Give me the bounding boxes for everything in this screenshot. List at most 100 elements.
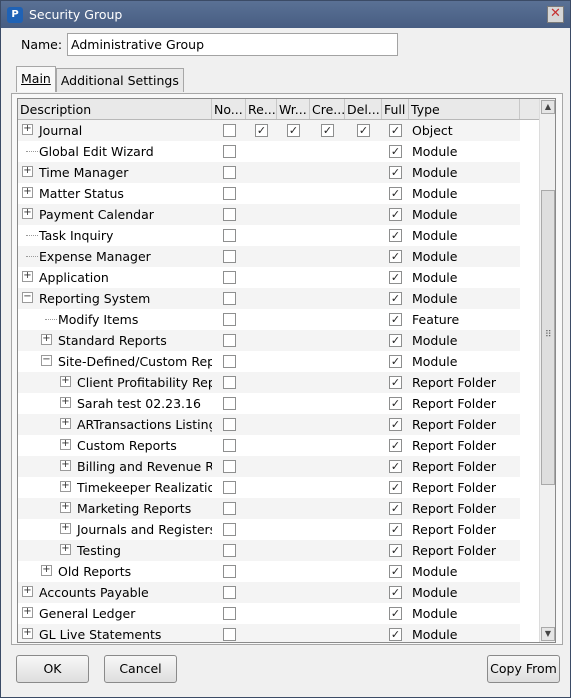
ok-button[interactable]: OK: [16, 655, 89, 683]
tab-additional-settings[interactable]: Additional Settings: [55, 68, 184, 92]
expand-icon[interactable]: +: [60, 460, 71, 471]
expand-icon[interactable]: +: [60, 523, 71, 534]
grid-row[interactable]: −Reporting System Module: [18, 288, 540, 309]
grid-row[interactable]: Task Inquiry Module: [18, 225, 540, 246]
expand-icon[interactable]: +: [22, 208, 33, 219]
full-checkbox[interactable]: [389, 334, 402, 347]
column-header-full[interactable]: Full: [382, 99, 409, 119]
expand-icon[interactable]: +: [60, 544, 71, 555]
expand-icon[interactable]: +: [22, 166, 33, 177]
grid-row[interactable]: + Billing and Revenue Reports Report Folde…: [18, 456, 540, 477]
grid-row[interactable]: + Payment Calendar Module: [18, 204, 540, 225]
read-checkbox[interactable]: [255, 124, 268, 137]
full-checkbox[interactable]: [389, 271, 402, 284]
none-checkbox[interactable]: [222, 544, 236, 557]
expand-icon[interactable]: +: [22, 607, 33, 618]
grid-row[interactable]: + Journal Object: [18, 120, 540, 141]
full-checkbox[interactable]: [389, 628, 402, 641]
full-checkbox[interactable]: [389, 418, 402, 431]
expand-icon[interactable]: +: [60, 376, 71, 387]
expand-icon[interactable]: +: [22, 586, 33, 597]
full-checkbox[interactable]: [389, 397, 402, 410]
grid-row[interactable]: + General Ledger Module: [18, 603, 540, 624]
column-header-write[interactable]: Wr...: [277, 99, 310, 119]
full-checkbox[interactable]: [389, 208, 402, 221]
grid-row[interactable]: + Old Reports Module: [18, 561, 540, 582]
none-checkbox[interactable]: [222, 481, 236, 494]
column-header-create[interactable]: Cre...: [310, 99, 345, 119]
scroll-thumb[interactable]: ⠿: [541, 190, 555, 485]
expand-icon[interactable]: +: [60, 439, 71, 450]
none-checkbox[interactable]: [222, 418, 236, 431]
full-checkbox[interactable]: [389, 250, 402, 263]
grid-row[interactable]: + Custom Reports Report Folder: [18, 435, 540, 456]
full-checkbox[interactable]: [389, 607, 402, 620]
collapse-icon[interactable]: −: [22, 292, 33, 303]
grid-row[interactable]: Modify Items Feature: [18, 309, 540, 330]
none-checkbox[interactable]: [222, 124, 236, 137]
none-checkbox[interactable]: [222, 397, 236, 410]
expand-icon[interactable]: +: [22, 271, 33, 282]
copy-from-button[interactable]: Copy From: [487, 655, 560, 683]
none-checkbox[interactable]: [222, 250, 236, 263]
title-bar[interactable]: P Security Group ✕: [1, 1, 570, 28]
grid-row[interactable]: + Timekeeper Realization Report Folder: [18, 477, 540, 498]
expand-icon[interactable]: +: [60, 418, 71, 429]
create-checkbox[interactable]: [321, 124, 334, 137]
vertical-scrollbar[interactable]: ▲ ⠿ ▼: [539, 99, 555, 642]
full-checkbox[interactable]: [389, 481, 402, 494]
grid-row[interactable]: + Journals and Registers Report Folder: [18, 519, 540, 540]
none-checkbox[interactable]: [222, 586, 236, 599]
grid-row[interactable]: + Time Manager Module: [18, 162, 540, 183]
expand-icon[interactable]: +: [22, 124, 33, 135]
scroll-down-button[interactable]: ▼: [541, 627, 555, 641]
full-checkbox[interactable]: [389, 460, 402, 473]
write-checkbox[interactable]: [287, 124, 300, 137]
none-checkbox[interactable]: [222, 313, 236, 326]
full-checkbox[interactable]: [389, 292, 402, 305]
none-checkbox[interactable]: [222, 271, 236, 284]
collapse-icon[interactable]: −: [41, 355, 52, 366]
grid-row[interactable]: Expense Manager Module: [18, 246, 540, 267]
delete-checkbox[interactable]: [357, 124, 370, 137]
cancel-button[interactable]: Cancel: [104, 655, 177, 683]
full-checkbox[interactable]: [389, 523, 402, 536]
grid-row[interactable]: + Standard Reports Module: [18, 330, 540, 351]
grid-row[interactable]: + Client Profitability Reports Report Fold…: [18, 372, 540, 393]
grid-row[interactable]: + Matter Status Module: [18, 183, 540, 204]
grid-row[interactable]: + Accounts Payable Module: [18, 582, 540, 603]
column-header-description[interactable]: Description: [18, 99, 212, 119]
none-checkbox[interactable]: [222, 376, 236, 389]
grid-row[interactable]: Global Edit Wizard Module: [18, 141, 540, 162]
grid-row[interactable]: + Marketing Reports Report Folder: [18, 498, 540, 519]
none-checkbox[interactable]: [222, 439, 236, 452]
none-checkbox[interactable]: [222, 460, 236, 473]
column-header-read[interactable]: Re...: [246, 99, 277, 119]
none-checkbox[interactable]: [222, 292, 236, 305]
full-checkbox[interactable]: [389, 376, 402, 389]
none-checkbox[interactable]: [222, 523, 236, 536]
grid-row[interactable]: + ARTransactions Listings Report Folder: [18, 414, 540, 435]
tab-main[interactable]: Main: [16, 66, 56, 92]
column-header-delete[interactable]: Del...: [345, 99, 382, 119]
full-checkbox[interactable]: [389, 187, 402, 200]
expand-icon[interactable]: +: [22, 187, 33, 198]
full-checkbox[interactable]: [389, 166, 402, 179]
column-header-type[interactable]: Type: [409, 99, 520, 119]
none-checkbox[interactable]: [222, 208, 236, 221]
name-input[interactable]: [67, 33, 398, 56]
full-checkbox[interactable]: [389, 502, 402, 515]
none-checkbox[interactable]: [222, 628, 236, 641]
full-checkbox[interactable]: [389, 313, 402, 326]
none-checkbox[interactable]: [222, 187, 236, 200]
grid-row[interactable]: + Testing Report Folder: [18, 540, 540, 561]
full-checkbox[interactable]: [389, 124, 402, 137]
expand-icon[interactable]: +: [41, 565, 52, 576]
scroll-up-button[interactable]: ▲: [541, 100, 555, 114]
full-checkbox[interactable]: [389, 565, 402, 578]
none-checkbox[interactable]: [222, 229, 236, 242]
column-header-none[interactable]: No...: [212, 99, 246, 119]
none-checkbox[interactable]: [222, 145, 236, 158]
grid-row[interactable]: −Site-Defined/Custom Reports Module: [18, 351, 540, 372]
expand-icon[interactable]: +: [60, 502, 71, 513]
